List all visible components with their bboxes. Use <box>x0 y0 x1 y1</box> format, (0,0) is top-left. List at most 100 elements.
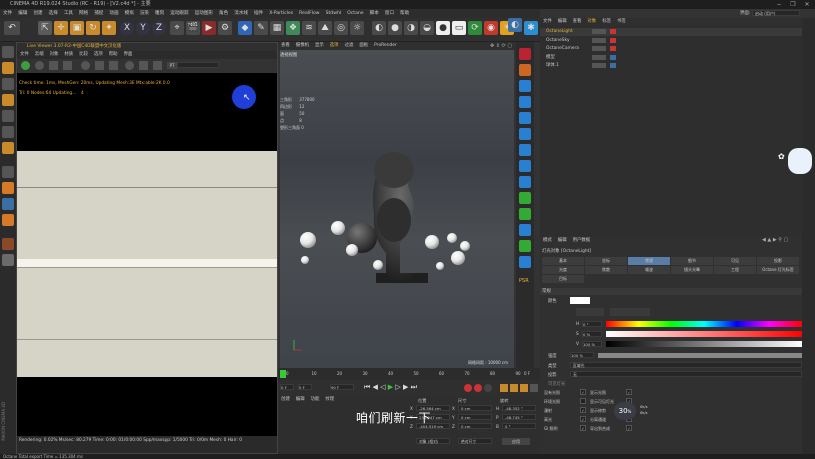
octane-vdb-icon[interactable] <box>519 176 531 188</box>
color-picker-icons[interactable] <box>610 308 650 316</box>
attribute-tab[interactable]: 焦散 <box>585 266 627 274</box>
octane-restart-icon[interactable] <box>35 61 44 70</box>
attribute-nav-icons[interactable]: ◀ ▲ ▶ ⚲ ▢ <box>762 237 788 243</box>
move-icon[interactable]: ✛ <box>54 21 68 35</box>
octane-render-icon[interactable] <box>519 48 531 60</box>
current-frame-field[interactable]: 0 F <box>298 384 312 390</box>
object-menu-item[interactable]: 对象 <box>587 19 596 24</box>
key-scale-icon[interactable] <box>520 384 528 392</box>
octane-send-scene-icon[interactable] <box>21 61 30 70</box>
undo-icon[interactable]: ↶ <box>4 21 20 35</box>
uv-mode-icon[interactable] <box>2 142 14 154</box>
checkbox[interactable] <box>580 398 586 404</box>
intensity-field[interactable]: 100 % <box>570 352 594 358</box>
gear-icon[interactable]: ✿ <box>778 152 785 161</box>
octane-menu-item[interactable]: 界面 <box>124 52 133 57</box>
octane-spline-icon[interactable] <box>519 208 531 220</box>
tweak-icon[interactable] <box>2 214 14 226</box>
y-axis-icon[interactable]: Y <box>136 21 150 35</box>
octane-mix-icon[interactable] <box>519 192 531 204</box>
type-dropdown[interactable]: 区域光 <box>570 362 802 368</box>
checkbox[interactable]: ✓ <box>580 389 586 395</box>
octane-focus-icon[interactable] <box>139 61 148 70</box>
menu-item[interactable]: 编辑 <box>18 11 27 16</box>
checkbox[interactable]: ✓ <box>626 389 632 395</box>
octane-sphere-icon[interactable]: ● <box>436 21 450 35</box>
menu-item[interactable]: 帮助 <box>400 11 409 16</box>
object-row[interactable]: OctaneSky <box>540 37 802 45</box>
object-menu-item[interactable]: 文件 <box>543 19 552 24</box>
octane-menu-item[interactable]: 文件 <box>20 52 29 57</box>
menu-item[interactable]: 插件 <box>254 11 263 16</box>
object-visibility-icons[interactable] <box>592 54 606 60</box>
object-tag-icon[interactable] <box>610 37 616 43</box>
viewport-menu-item[interactable]: 显示 <box>315 43 324 48</box>
start-frame-field[interactable]: 0 F <box>280 384 294 390</box>
menu-item[interactable]: 渲染 <box>140 11 149 16</box>
render-view-icon[interactable]: 🎬 <box>186 21 200 35</box>
octane-texture-icon[interactable]: ◒ <box>420 21 434 35</box>
viewport-menu-item[interactable]: 查看 <box>281 43 290 48</box>
polygons-mode-icon[interactable] <box>2 126 14 138</box>
x-axis-icon[interactable]: X <box>120 21 134 35</box>
menu-item[interactable]: 工具 <box>64 11 73 16</box>
object-visibility-icons[interactable] <box>592 37 606 43</box>
attribute-tab[interactable]: 噪波 <box>628 266 670 274</box>
workplane-icon[interactable] <box>2 198 14 210</box>
coord-size-field[interactable]: 0 cm <box>458 405 492 411</box>
light-icon[interactable]: ☼ <box>350 21 364 35</box>
pen-icon[interactable]: ✎ <box>254 21 268 35</box>
menu-item[interactable]: 流水线 <box>234 11 248 16</box>
saturation-slider[interactable] <box>606 331 802 337</box>
value-slider[interactable] <box>606 341 802 347</box>
maximize-button[interactable]: ❐ <box>786 0 800 9</box>
object-tag-icon[interactable] <box>610 63 616 68</box>
menu-item[interactable]: 运动图形 <box>195 11 213 16</box>
snap-icon[interactable] <box>2 182 14 194</box>
model-mode-icon[interactable] <box>2 46 14 58</box>
points-mode-icon[interactable] <box>2 94 14 106</box>
transport-buttons[interactable]: ⏮ ◀ ◁ ▶ ▷ ▶ ⏭ <box>364 383 417 392</box>
octane-fog-volume-icon[interactable] <box>519 256 531 268</box>
object-menu-item[interactable]: 查看 <box>573 19 582 24</box>
octane-volume-icon[interactable] <box>519 160 531 172</box>
menu-item[interactable]: 窗口 <box>385 11 394 16</box>
intensity-slider[interactable] <box>598 353 802 358</box>
octane-pick-icon[interactable] <box>125 61 134 70</box>
menu-item[interactable]: Stdwhl <box>326 11 342 16</box>
autokey-icon[interactable] <box>474 384 482 392</box>
checkbox[interactable]: ✓ <box>626 425 632 431</box>
hue-field[interactable]: 0 ° <box>582 321 602 327</box>
object-visibility-icons[interactable] <box>592 46 606 51</box>
z-axis-icon[interactable]: Z <box>152 21 166 35</box>
paint-icon[interactable] <box>2 254 14 266</box>
shadow-dropdown[interactable]: 无 <box>570 371 802 377</box>
octane-menu-item[interactable]: 选项 <box>94 52 103 57</box>
attribute-menu-item[interactable]: 编辑 <box>558 238 567 243</box>
viewport-menu-item[interactable]: 摄像机 <box>296 43 309 48</box>
octane-live-icon[interactable]: ◐ <box>372 21 386 35</box>
object-row[interactable]: OctaneLight <box>540 28 802 36</box>
key-param-icon[interactable] <box>530 384 538 392</box>
color-swatch[interactable] <box>570 297 590 304</box>
hue-slider[interactable] <box>606 321 802 327</box>
menu-item[interactable]: 网格 <box>79 11 88 16</box>
object-row[interactable]: 模型 <box>540 54 802 62</box>
coord-mode-dropdown[interactable]: 对象 (相对) <box>416 438 450 444</box>
object-menu-item[interactable]: 标签 <box>602 19 611 24</box>
octane-camera-tag-icon[interactable] <box>519 80 531 92</box>
octane-region-icon[interactable] <box>95 61 104 70</box>
viewport-nav-icons[interactable]: ✥ ⇕ ⟳ ▢ <box>490 43 512 49</box>
coord-rotation-field[interactable]: -48.745 ° <box>502 414 536 420</box>
object-tag-icon[interactable] <box>610 46 616 51</box>
object-row[interactable]: OctaneCamera <box>540 45 802 53</box>
edges-mode-icon[interactable] <box>2 110 14 122</box>
menu-item[interactable]: 创建 <box>33 11 42 16</box>
assistant-mascot-icon[interactable] <box>788 148 812 174</box>
object-visibility-icons[interactable] <box>592 63 606 68</box>
object-visibility-icons[interactable] <box>592 29 606 34</box>
cube-icon[interactable]: ◆ <box>238 21 252 35</box>
keyframe-icon[interactable] <box>484 384 492 392</box>
coord-size-field[interactable]: 0 cm <box>458 423 492 429</box>
key-rotation-icon[interactable] <box>510 384 518 392</box>
